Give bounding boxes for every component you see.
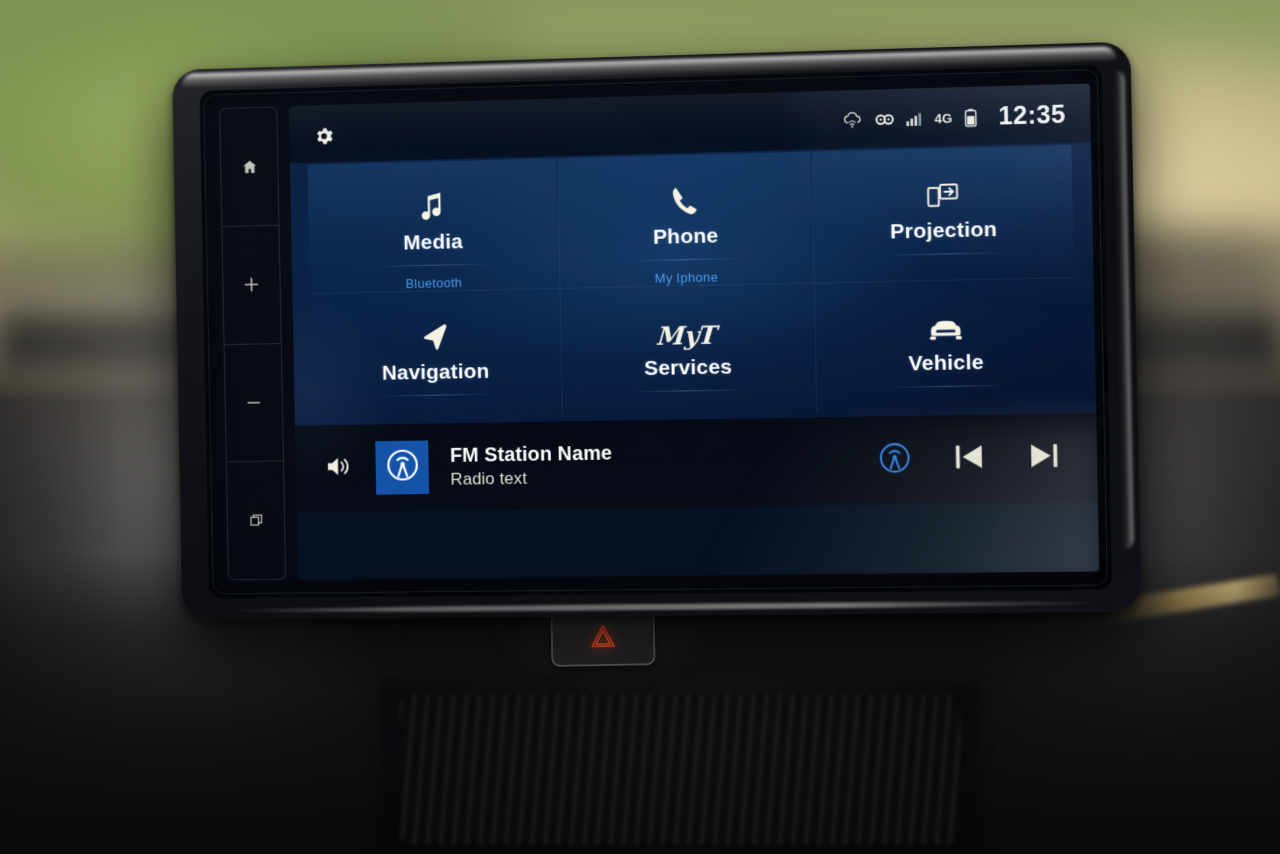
phone-icon [669, 175, 700, 218]
tile-highlight [557, 151, 814, 287]
volume-button[interactable] [317, 446, 361, 490]
source-button[interactable] [879, 442, 911, 479]
myt-logo: MyT [656, 306, 719, 351]
tile-label: Phone [652, 224, 719, 249]
status-indicators: 4G 12:35 [842, 100, 1066, 135]
cloud-wifi-icon [842, 111, 864, 130]
home-tile-grid: Media Bluetooth Phone My Iphone Projecti… [289, 142, 1097, 426]
tile-divider [627, 257, 746, 262]
hardkey-home-button[interactable] [219, 106, 280, 226]
dashboard-scene: 4G 12:35 Media Bluetooth Phone My Iphone… [0, 0, 1280, 854]
radio-antenna-icon [386, 449, 419, 487]
head-unit: 4G 12:35 Media Bluetooth Phone My Iphone… [172, 41, 1142, 621]
tile-divider [375, 263, 492, 267]
cube-icon [248, 512, 265, 529]
home-icon [241, 158, 258, 175]
tile-subtitle: My Iphone [654, 269, 719, 286]
tile-vehicle[interactable]: Vehicle [815, 278, 1077, 413]
battery-icon [963, 107, 977, 127]
next-button[interactable] [1028, 441, 1061, 476]
hardkey-volume-up-button[interactable] [221, 224, 282, 344]
projection-icon [926, 168, 958, 211]
signal-bars-icon [906, 110, 924, 127]
tile-projection[interactable]: Projection [812, 144, 1076, 284]
air-vent [400, 695, 960, 845]
settings-button[interactable] [307, 121, 341, 155]
plus-icon [242, 275, 262, 295]
minus-icon [244, 393, 264, 413]
tile-label: Navigation [381, 359, 490, 385]
tile-divider [886, 384, 1007, 388]
nav-arrow-icon [420, 311, 450, 353]
tile-label: Services [643, 355, 733, 381]
tile-label: Media [403, 230, 464, 255]
skip-next-icon [1028, 441, 1061, 476]
myt-logo-text: MyT [656, 320, 719, 351]
gear-icon [312, 125, 335, 153]
hazard-lights-button[interactable] [552, 611, 654, 665]
warning-triangle-icon [590, 622, 617, 653]
media-controls [879, 440, 1069, 479]
hardkey-apps-button[interactable] [225, 460, 287, 581]
volume-icon [325, 454, 352, 483]
tile-phone[interactable]: Phone My Iphone [557, 151, 816, 289]
hardkey-volume-down-button[interactable] [223, 342, 284, 462]
network-type-label: 4G [934, 110, 953, 126]
source-artwork[interactable] [375, 440, 430, 495]
display-glass: 4G 12:35 Media Bluetooth Phone My Iphone… [199, 64, 1113, 599]
bluetooth-connected-icon [874, 112, 895, 127]
tile-divider [378, 393, 495, 397]
track-title: FM Station Name [449, 442, 613, 467]
skip-previous-icon [953, 442, 985, 477]
touchscreen-display: 4G 12:35 Media Bluetooth Phone My Iphone… [288, 83, 1100, 580]
tile-subtitle: Bluetooth [405, 275, 463, 292]
tile-divider [629, 389, 748, 393]
tile-label: Projection [889, 217, 998, 244]
media-playback-bar: FM Station Name Radio text [294, 412, 1098, 513]
tile-highlight [307, 158, 559, 293]
track-info: FM Station Name Radio text [450, 442, 613, 489]
hard-key-strip [219, 106, 287, 581]
music-note-icon [418, 181, 447, 223]
tile-services[interactable]: MyT Services [560, 283, 818, 418]
tile-navigation[interactable]: Navigation [309, 288, 563, 422]
track-subtitle: Radio text [450, 468, 528, 489]
radio-antenna-icon [879, 442, 911, 479]
tile-label: Vehicle [908, 350, 984, 376]
tile-divider [883, 252, 1005, 256]
car-icon [927, 301, 963, 344]
clock: 12:35 [998, 99, 1066, 131]
tile-highlight [812, 144, 1074, 282]
previous-button[interactable] [953, 442, 985, 477]
tile-media[interactable]: Media Bluetooth [307, 158, 561, 295]
